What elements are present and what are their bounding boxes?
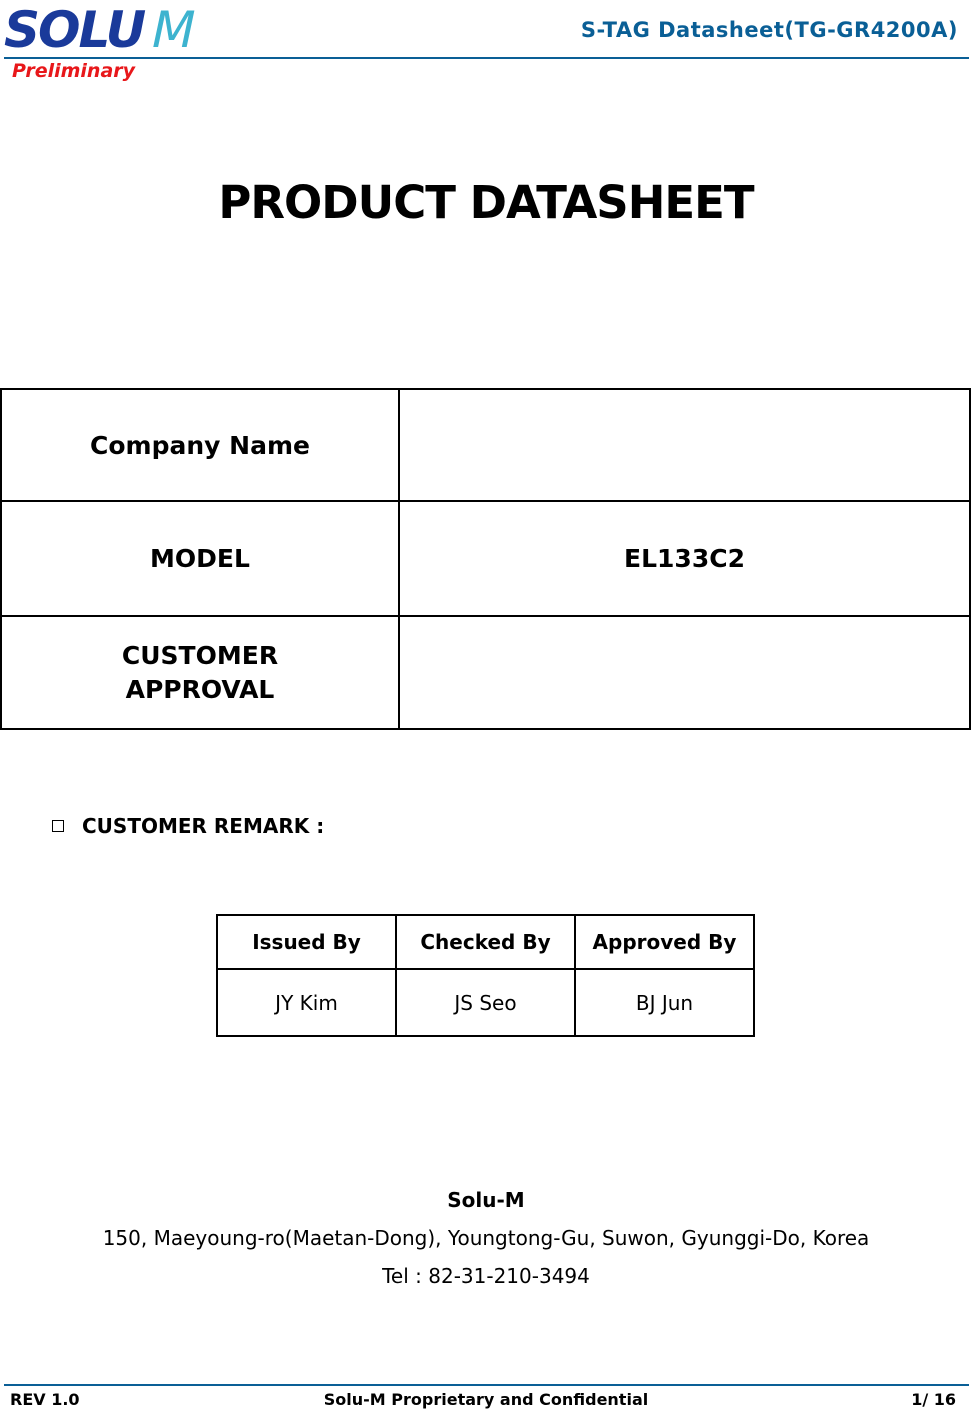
customer-approval-value — [398, 615, 971, 730]
customer-approval-row: CUSTOMER APPROVAL — [0, 615, 971, 730]
header-title: S-TAG Datasheet(TG-GR4200A) — [580, 18, 958, 42]
company-name-row: Company Name — [0, 388, 971, 502]
preliminary-label: Preliminary — [12, 60, 136, 82]
company-address: 150, Maeyoung-ro(Maetan-Dong), Youngtong… — [102, 1226, 870, 1250]
issued-by-value: JY Kim — [216, 968, 397, 1037]
checkbox-icon — [52, 819, 64, 832]
checked-by-value: JS Seo — [395, 968, 576, 1037]
signoff-header-row: Issued By Checked By Approved By — [216, 914, 755, 970]
footer-confidentiality: Solu-M Proprietary and Confidential — [323, 1390, 649, 1409]
solum-logo: SOLUM — [4, 1, 272, 59]
company-name: Solu-M — [447, 1188, 525, 1212]
document-title: PRODUCT DATASHEET — [218, 176, 754, 229]
customer-approval-line1: CUSTOMER — [121, 640, 279, 670]
approved-by-value: BJ Jun — [574, 968, 755, 1037]
logo-solu-text: SOLU — [4, 1, 146, 59]
company-telephone: Tel : 82-31-210-3494 — [382, 1264, 590, 1288]
company-name-label: Company Name — [0, 388, 400, 502]
model-value: EL133C2 — [398, 500, 971, 617]
checked-by-header: Checked By — [395, 914, 576, 970]
footer-page-number: 1/ 16 — [911, 1390, 956, 1409]
logo-m-text: M — [146, 1, 200, 59]
footer-divider — [4, 1384, 969, 1386]
customer-approval-label: CUSTOMER APPROVAL — [0, 615, 400, 730]
model-row: MODEL EL133C2 — [0, 500, 971, 617]
product-info-table: Company Name MODEL EL133C2 CUSTOMER APPR… — [0, 388, 971, 730]
customer-remark: CUSTOMER REMARK : — [52, 814, 324, 838]
issued-by-header: Issued By — [216, 914, 397, 970]
header-divider — [4, 57, 969, 59]
signoff-table: Issued By Checked By Approved By JY Kim … — [216, 914, 755, 1037]
customer-approval-line2: APPROVAL — [125, 674, 275, 704]
model-label: MODEL — [0, 500, 400, 617]
customer-remark-label: CUSTOMER REMARK : — [82, 814, 325, 838]
signoff-value-row: JY Kim JS Seo BJ Jun — [216, 968, 755, 1037]
company-name-value — [398, 388, 971, 502]
approved-by-header: Approved By — [574, 914, 755, 970]
